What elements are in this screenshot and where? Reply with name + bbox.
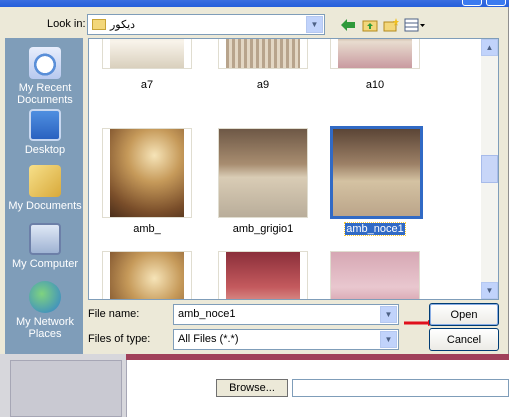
help-button[interactable]	[462, 0, 482, 6]
files-of-type-value: All Files (*.*)	[178, 333, 239, 345]
files-of-type-label: Files of type:	[88, 333, 151, 345]
my-computer-icon	[29, 223, 61, 255]
close-button[interactable]	[486, 0, 506, 6]
recent-documents-icon	[29, 47, 61, 79]
file-name-label-text: File name:	[88, 308, 140, 320]
scroll-down-icon[interactable]: ▼	[481, 282, 498, 299]
scroll-up-icon[interactable]: ▲	[481, 39, 498, 56]
file-name-label: amb_grigio1	[232, 223, 294, 235]
network-places-icon	[29, 281, 61, 313]
look-in-label: Look in:	[47, 18, 86, 30]
my-documents-icon	[29, 165, 61, 197]
dialog-title-bar	[0, 0, 509, 7]
chevron-down-icon[interactable]: ▼	[380, 306, 397, 323]
file-name-label: a9	[256, 79, 270, 91]
file-name-label: a10	[365, 79, 385, 91]
place-my-recent-documents[interactable]: My Recent Documents	[6, 47, 84, 106]
place-my-computer[interactable]: My Computer	[6, 223, 84, 270]
place-label: Desktop	[24, 144, 66, 156]
cancel-button[interactable]: Cancel	[429, 328, 499, 351]
file-thumbnail	[218, 39, 308, 69]
file-thumbnail	[102, 39, 192, 69]
chevron-down-icon[interactable]: ▼	[306, 16, 323, 33]
vertical-scrollbar[interactable]: ▲ ▼	[481, 39, 498, 299]
look-in-value: دیکور	[110, 19, 136, 31]
file-name-label: amb_	[133, 223, 161, 235]
file-thumbnail	[218, 251, 308, 299]
file-list-view: a7 a9 a10 amb_ amb_grigio1 amb_noce1 ▲ ▼	[88, 38, 499, 300]
file-name-label: a7	[140, 79, 154, 91]
place-label: My Recent Documents	[17, 82, 73, 106]
place-label: My Network Places	[15, 316, 75, 340]
chevron-down-icon[interactable]: ▼	[380, 331, 397, 348]
place-my-documents[interactable]: My Documents	[6, 165, 84, 212]
file-name-value: amb_noce1	[178, 308, 236, 320]
folder-icon	[92, 19, 106, 30]
file-thumbnail	[330, 126, 423, 219]
open-button[interactable]: Open	[429, 303, 499, 326]
page-left-column	[10, 360, 122, 417]
open-file-dialog: Look in: دیکور ▼ My Recent Documents Des…	[0, 7, 509, 354]
views-menu-icon[interactable]	[403, 15, 427, 35]
file-name-label: amb_noce1	[344, 222, 406, 236]
file-thumbnail	[102, 251, 192, 299]
file-thumbnail	[218, 128, 308, 218]
place-desktop[interactable]: Desktop	[6, 109, 84, 156]
new-folder-icon[interactable]	[381, 15, 401, 35]
back-icon[interactable]	[338, 15, 358, 35]
files-of-type-dropdown[interactable]: All Files (*.*) ▼	[173, 329, 399, 350]
place-label: My Documents	[8, 200, 82, 212]
browse-button[interactable]: Browse...	[216, 379, 288, 397]
desktop-icon	[29, 109, 61, 141]
file-thumbnail	[102, 128, 192, 218]
scrollbar-thumb[interactable]	[481, 155, 498, 183]
file-name-input[interactable]: amb_noce1 ▼	[173, 304, 399, 325]
file-thumbnail	[330, 251, 420, 299]
upload-path-field[interactable]	[292, 379, 509, 397]
places-bar: My Recent Documents Desktop My Documents…	[5, 38, 83, 354]
place-my-network-places[interactable]: My Network Places	[6, 281, 84, 340]
up-folder-icon[interactable]	[360, 15, 380, 35]
file-thumbnail	[330, 39, 420, 69]
look-in-dropdown[interactable]: دیکور ▼	[87, 14, 325, 35]
place-label: My Computer	[11, 258, 79, 270]
